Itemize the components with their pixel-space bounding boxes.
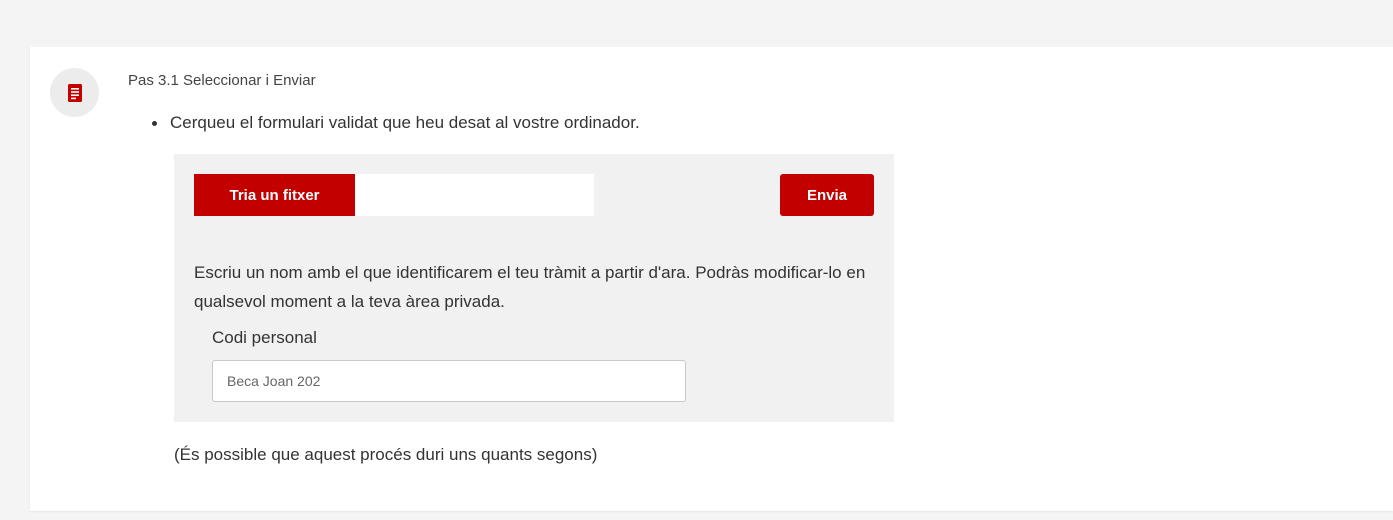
selected-file-name (355, 174, 594, 216)
bullet-icon (152, 120, 157, 126)
instruction-text: Cerqueu el formulari validat que heu des… (170, 113, 640, 132)
document-icon (67, 83, 82, 102)
step-title: Pas 3.1 Seleccionar i Enviar (128, 72, 316, 89)
instruction-list-item: Cerqueu el formulari validat que heu des… (152, 113, 640, 133)
send-button[interactable]: Envia (780, 174, 874, 216)
personal-code-label: Codi personal (212, 328, 317, 347)
naming-description: Escriu un nom amb el que identificarem e… (194, 263, 866, 311)
upload-panel: Tria un fitxer Envia Escriu un nom amb e… (174, 154, 894, 422)
choose-file-button[interactable]: Tria un fitxer (194, 174, 355, 216)
step-icon-badge (50, 68, 99, 117)
processing-note: (És possible que aquest procés duri uns … (174, 445, 598, 464)
step-card: Pas 3.1 Seleccionar i Enviar Cerqueu el … (30, 47, 1393, 511)
personal-code-input[interactable] (212, 360, 686, 402)
